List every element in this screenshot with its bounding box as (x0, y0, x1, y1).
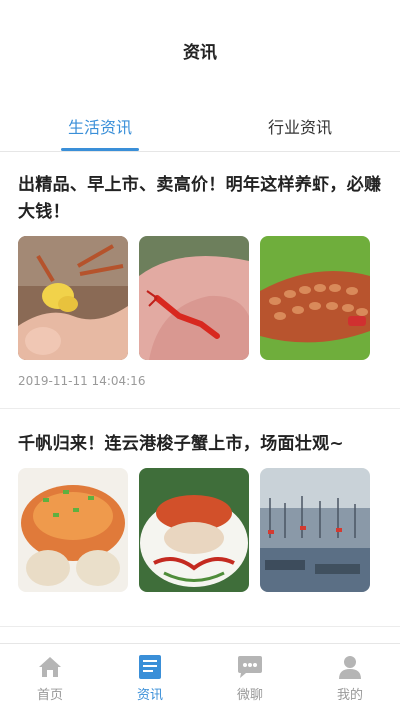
article-card[interactable]: 千帆归来！连云港梭子蟹上市，场面壮观~ (0, 409, 400, 627)
profile-icon (336, 653, 364, 681)
article-title[interactable]: 千帆归来！连云港梭子蟹上市，场面壮观~ (18, 431, 382, 458)
home-icon (36, 653, 64, 681)
nav-chat[interactable]: 微聊 (200, 644, 300, 711)
nav-label: 首页 (36, 687, 63, 703)
crab-platter-photo[interactable] (139, 468, 249, 592)
article-card[interactable]: 出精品、早上市、卖高价！明年这样养虾，必赚大钱！ 2019-11-11 14:0… (0, 152, 400, 409)
page-title: 资讯 (183, 42, 217, 63)
article-timestamp (18, 592, 382, 626)
news-icon (136, 653, 164, 681)
news-feed: 出精品、早上市、卖高价！明年这样养虾，必赚大钱！ 2019-11-11 14:0… (0, 152, 400, 643)
news-tabs: 生活资讯 行业资讯 (0, 100, 400, 152)
nav-label: 资讯 (136, 687, 163, 703)
article-title[interactable]: 出精品、早上市、卖高价！明年这样养虾，必赚大钱！ (18, 172, 382, 226)
nav-news[interactable]: 资讯 (100, 644, 200, 711)
tab-industry-news[interactable]: 行业资讯 (200, 100, 400, 151)
fishing-boats-harbor-photo[interactable] (260, 468, 370, 592)
article-timestamp: 2019-11-11 14:04:16 (18, 374, 146, 388)
tab-life-news[interactable]: 生活资讯 (0, 100, 200, 151)
crayfish-in-hand-photo[interactable] (139, 236, 249, 360)
dried-shrimp-photo[interactable] (260, 236, 370, 360)
nav-label: 微聊 (236, 687, 263, 703)
nav-home[interactable]: 首页 (0, 644, 100, 711)
chat-icon (236, 653, 264, 681)
article-thumbnails (18, 468, 382, 592)
nav-label: 我的 (336, 687, 363, 703)
nav-profile[interactable]: 我的 (300, 644, 400, 711)
shrimp-roe-photo[interactable] (18, 236, 128, 360)
article-thumbnails (18, 236, 382, 360)
cooked-crab-dish-photo[interactable] (18, 468, 128, 592)
app-header: 资讯 (0, 0, 400, 100)
bottom-navigation: 首页 资讯 微聊 我的 (0, 643, 400, 711)
